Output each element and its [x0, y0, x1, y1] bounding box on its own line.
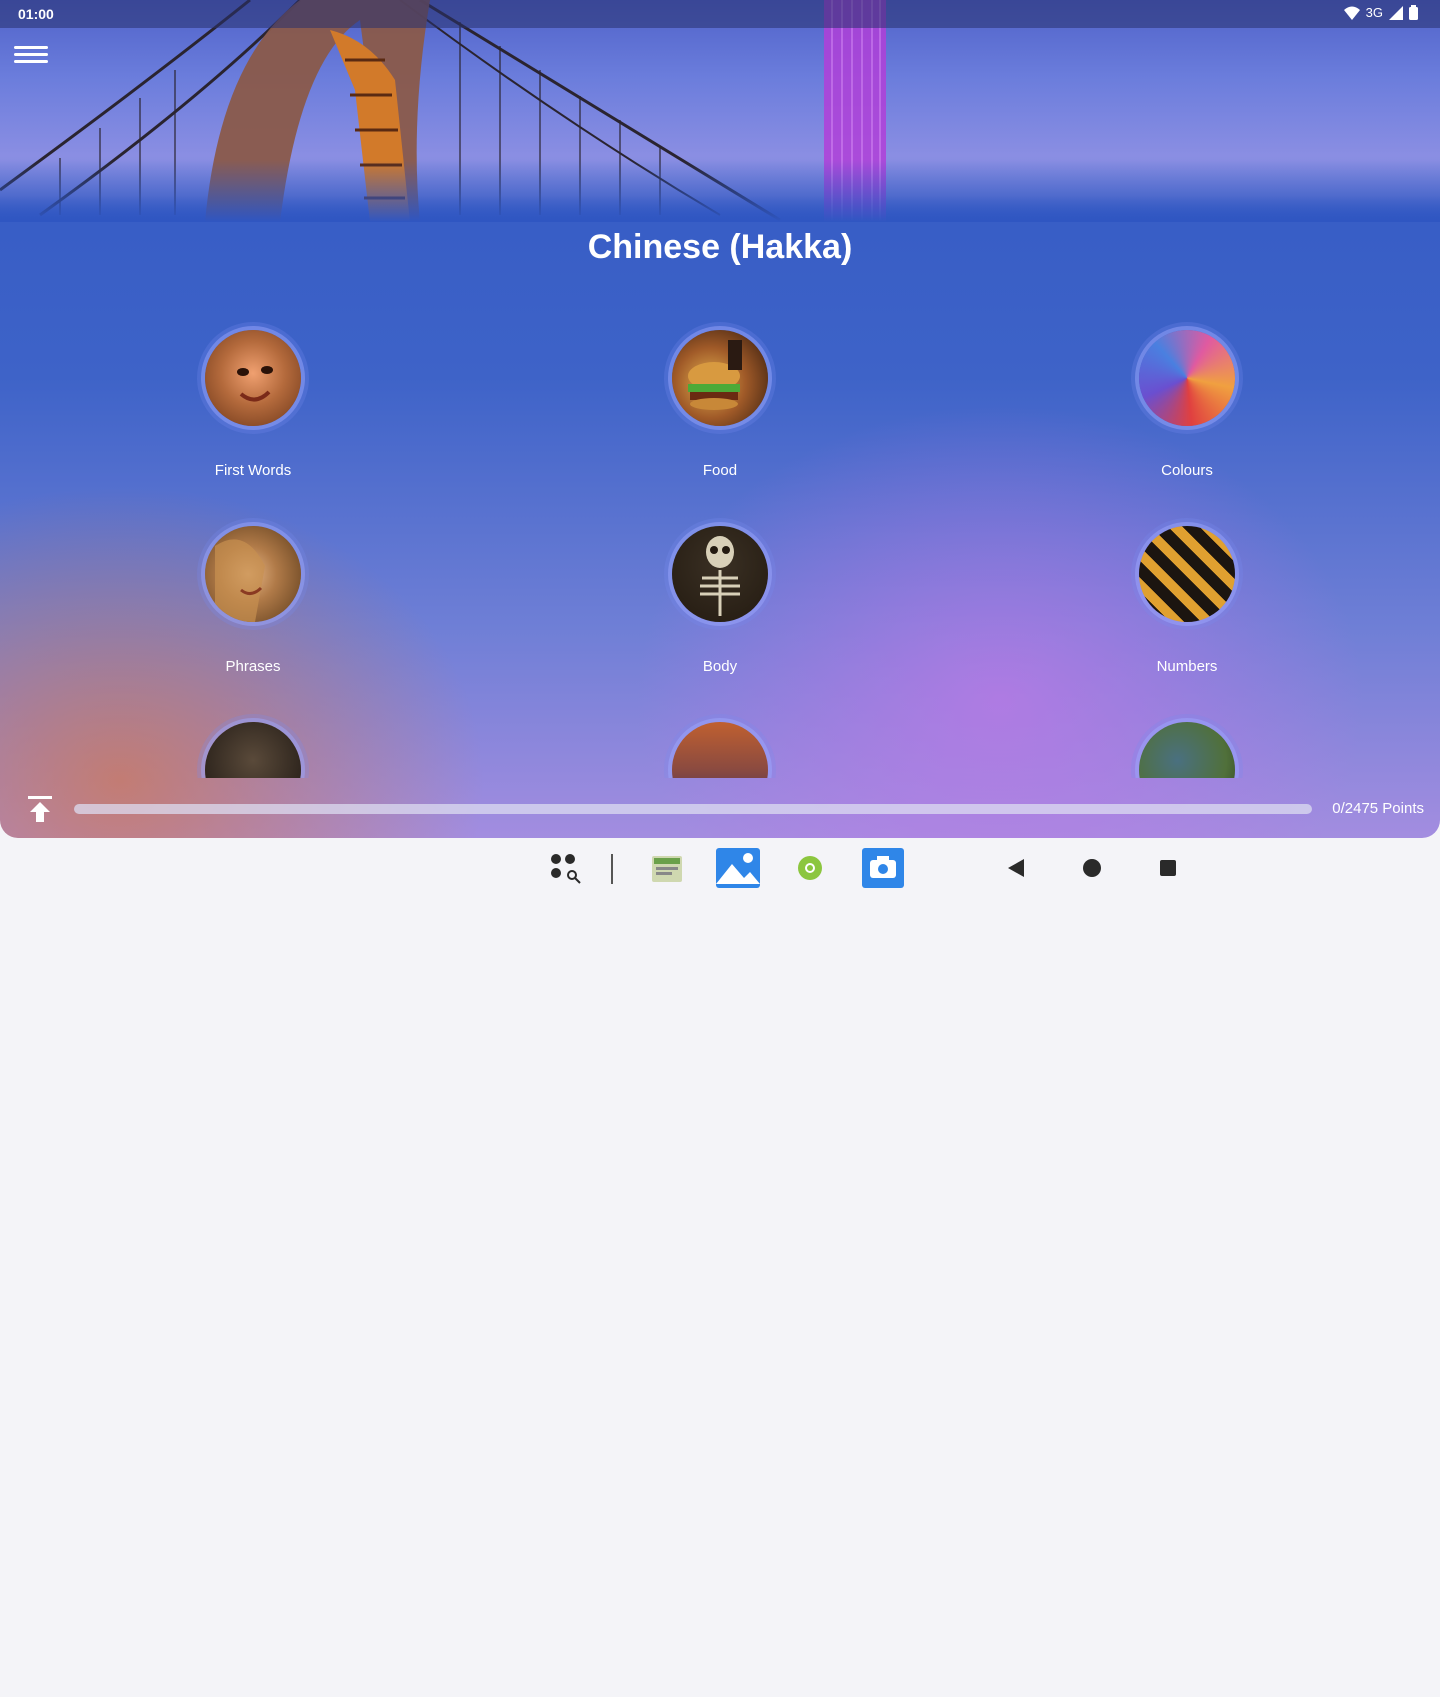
android-icon[interactable] — [794, 852, 826, 884]
status-bar: 01:00 3G — [0, 0, 1440, 28]
color-powder-icon — [1139, 330, 1235, 426]
category-item[interactable] — [143, 722, 363, 778]
banner-fade — [0, 160, 1440, 222]
category-label: Body — [702, 658, 738, 675]
burger-drawing — [688, 340, 742, 410]
numbers-icon — [1139, 526, 1235, 622]
category-item[interactable]: Body — [610, 526, 830, 675]
category-label: Numbers — [1156, 658, 1218, 675]
progress-row: 0/2475 Points — [0, 790, 1440, 830]
back-icon[interactable] — [1006, 858, 1026, 878]
app-drawer-search-icon[interactable] — [550, 853, 582, 885]
category-grid: First Words Food Colours Phrases Body Nu… — [0, 318, 1440, 778]
camera-icon[interactable] — [862, 848, 904, 888]
system-nav-bar — [0, 838, 1440, 900]
header-banner — [0, 0, 1440, 222]
category-label: Colours — [1161, 462, 1213, 479]
face-drawing — [237, 366, 273, 402]
place-icon — [672, 722, 768, 778]
category-item[interactable]: Phrases — [143, 526, 363, 675]
scroll-to-top-icon[interactable] — [26, 794, 54, 824]
nav-divider — [611, 854, 613, 884]
recents-icon[interactable] — [1159, 859, 1177, 877]
menu-icon[interactable] — [12, 42, 50, 72]
category-item[interactable]: Food — [610, 330, 830, 479]
category-label: Phrases — [225, 658, 281, 675]
category-item[interactable] — [1077, 722, 1297, 778]
category-item[interactable]: Colours — [1077, 330, 1297, 479]
battery-icon — [1409, 5, 1418, 20]
category-item[interactable]: First Words — [143, 330, 363, 479]
app-screen: 01:00 3G Chinese (Hakka) First Words Foo… — [0, 0, 1440, 838]
category-item[interactable] — [610, 722, 830, 778]
smiling-woman-icon — [205, 526, 301, 622]
nature-icon — [1139, 722, 1235, 778]
page-title: Chinese (Hakka) — [587, 228, 853, 266]
burger-icon — [672, 330, 768, 426]
skeleton-icon — [672, 526, 768, 622]
status-time: 01:00 — [18, 6, 54, 22]
woman-drawing — [215, 539, 265, 622]
skeleton-drawing — [700, 536, 740, 616]
points-text: 0/2475 Points — [1332, 800, 1424, 817]
app-thumbnail-icon[interactable] — [652, 856, 682, 882]
status-icons: 3G — [1343, 5, 1418, 20]
home-icon[interactable] — [1082, 858, 1102, 878]
animal-icon — [205, 722, 301, 778]
network-type: 3G — [1365, 5, 1383, 20]
category-item[interactable]: Numbers — [1077, 526, 1297, 675]
category-label: Food — [702, 462, 738, 479]
category-label: First Words — [214, 462, 292, 479]
gallery-icon[interactable] — [716, 848, 760, 888]
child-face-icon — [205, 330, 301, 426]
progress-bar — [74, 804, 1312, 814]
wifi-icon — [1343, 6, 1360, 20]
signal-icon — [1389, 5, 1403, 20]
